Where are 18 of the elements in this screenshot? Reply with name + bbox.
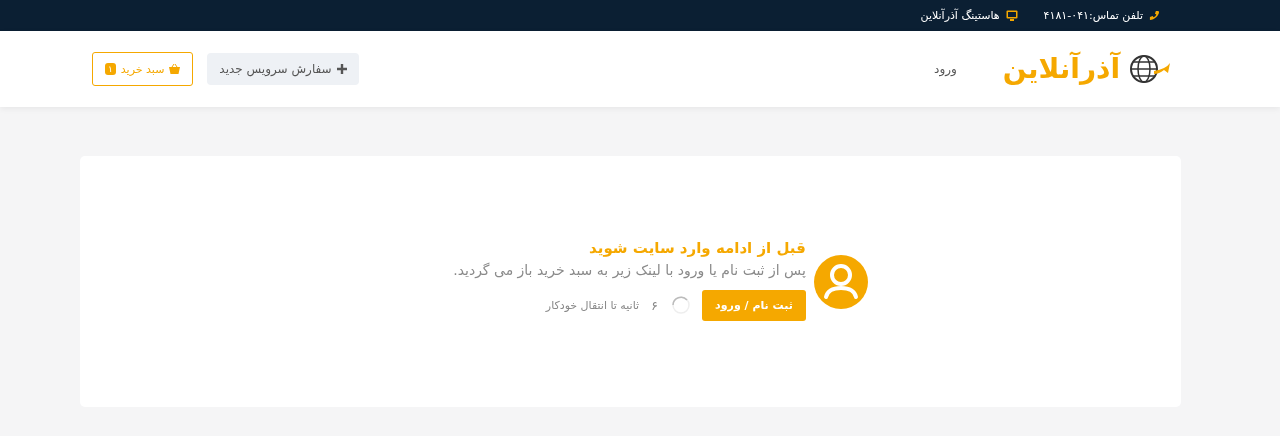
countdown-text: ثانیه تا انتقال خودکار	[545, 298, 640, 312]
top-bar-text: تلفن تماس:۰۴۱-۴۱۸۱	[1043, 9, 1143, 22]
logo-text[interactable]: آذرآنلاین	[998, 47, 1124, 91]
basket-icon	[169, 64, 181, 74]
spinner-icon	[672, 296, 691, 314]
user-avatar-icon	[813, 254, 868, 309]
top-bar-text: هاستینگ آذرآنلاین	[920, 9, 1000, 22]
notice-title: قبل از ادامه وارد سایت شوید	[588, 238, 806, 257]
login-link[interactable]: ورود	[934, 62, 957, 76]
cart-button[interactable]: سبد خرید ۱	[92, 52, 194, 86]
plus-icon	[336, 64, 347, 74]
countdown-number: ۶	[651, 297, 659, 313]
phone-icon	[1149, 10, 1160, 21]
register-login-button[interactable]: ثبت نام / ورود	[702, 289, 806, 321]
new-order-button[interactable]: سفارش سرویس جدید	[207, 53, 359, 85]
monitor-icon	[1005, 10, 1018, 21]
cart-count-badge: ۱	[105, 63, 116, 75]
notice-message: پس از ثبت نام یا ورود با لینک زیر به سبد خرید باز می گردید.	[453, 261, 806, 278]
